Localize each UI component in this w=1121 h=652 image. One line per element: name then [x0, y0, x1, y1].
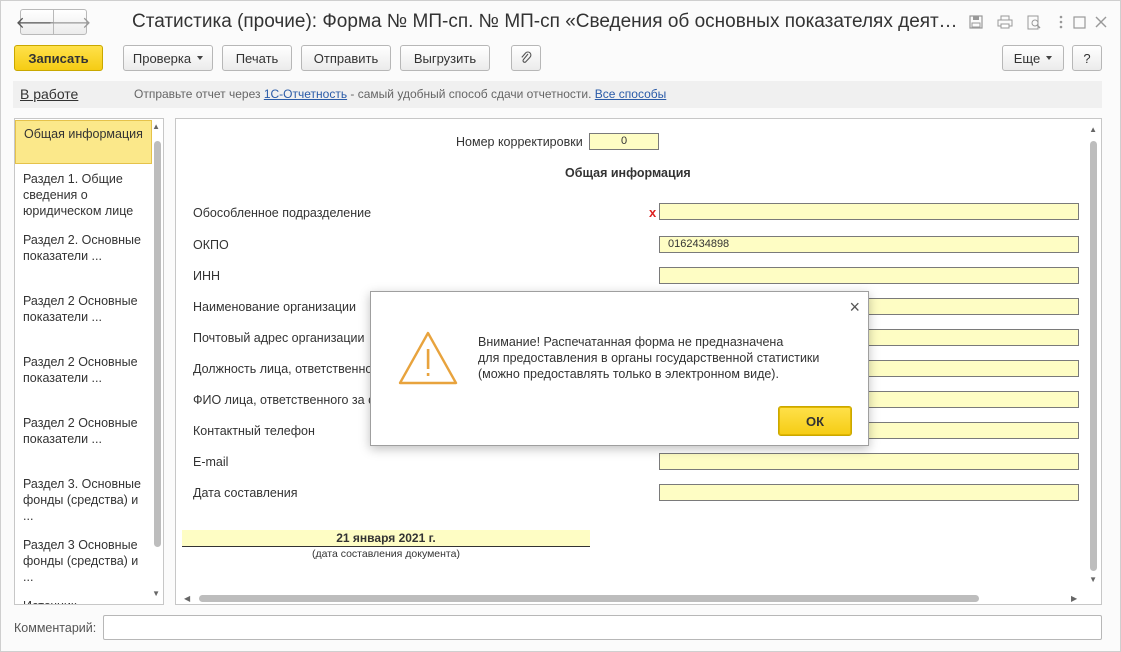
sidebar-item-section-2b[interactable]: Раздел 2 Основные показатели ...	[15, 288, 152, 330]
scroll-up-icon[interactable]: ▲	[1089, 125, 1097, 134]
attach-button[interactable]	[511, 45, 541, 71]
field-label-subdivision: Обособленное подразделение	[193, 206, 372, 220]
check-button[interactable]: Проверка	[123, 45, 213, 71]
title-bar: 🡐 🡒 Статистика (прочие): Форма № МП-сп. …	[1, 1, 1121, 43]
inn-field[interactable]	[659, 267, 1079, 284]
send-button[interactable]: Отправить	[301, 45, 391, 71]
reporting-service-link[interactable]: 1С-Отчетность	[264, 87, 347, 101]
all-methods-link[interactable]: Все способы	[595, 87, 667, 101]
more-button-label: Еще	[1013, 50, 1041, 66]
form-horizontal-scrollbar[interactable]	[199, 595, 979, 602]
sidebar-scrollbar[interactable]	[154, 141, 161, 547]
field-label-position: Должность лица, ответственного	[193, 362, 373, 376]
field-label-inn: ИНН	[193, 269, 221, 283]
dialog-close-icon[interactable]: ×	[849, 297, 860, 318]
sidebar-item-general[interactable]: Общая информация	[15, 120, 152, 164]
paperclip-icon	[521, 51, 532, 63]
dialog-message-line-1: Внимание! Распечатанная форма не предназ…	[478, 335, 784, 349]
comment-input[interactable]	[103, 615, 1102, 640]
sidebar-item-section-1[interactable]: Раздел 1. Общие сведения о юридическом л…	[15, 166, 152, 224]
field-label-date: Дата составления	[193, 486, 298, 500]
warning-dialog: × Внимание! Распечатанная форма не предн…	[370, 291, 869, 446]
field-label-responsible: ФИО лица, ответственного за со	[193, 393, 373, 407]
chevron-down-icon	[197, 56, 204, 60]
help-button[interactable]: ?	[1072, 45, 1102, 71]
more-vert-icon[interactable]	[1052, 13, 1070, 31]
sections-sidebar: Общая информация Раздел 1. Общие сведени…	[14, 118, 164, 605]
info-text-middle: - самый удобный способ сдачи отчетности.	[347, 87, 595, 101]
subdivision-field[interactable]	[659, 203, 1079, 220]
scroll-right-icon[interactable]: ▶	[1071, 594, 1077, 603]
dialog-message-line-3: (можно предоставлять только в электронно…	[478, 367, 779, 381]
form-heading: Общая информация	[565, 166, 691, 180]
sidebar-item-section-3[interactable]: Раздел 3. Основные фонды (средства) и ..…	[15, 471, 152, 529]
sidebar-item-source[interactable]: Источник ...	[15, 593, 152, 604]
required-marker-icon: x	[649, 205, 657, 220]
document-date-caption: (дата составления документа)	[312, 548, 460, 560]
forward-arrow-icon[interactable]: 🡒	[49, 9, 91, 35]
maximize-icon[interactable]	[1070, 13, 1088, 31]
sidebar-item-section-3b[interactable]: Раздел 3 Основные фонды (средства) и ...	[15, 532, 152, 590]
correction-label: Номер корректировки	[456, 135, 583, 149]
sidebar-item-section-2c[interactable]: Раздел 2 Основные показатели ...	[15, 349, 152, 391]
report-window: 🡐 🡒 Статистика (прочие): Форма № МП-сп. …	[0, 0, 1121, 652]
ok-button[interactable]: ОК	[778, 406, 852, 436]
sidebar-item-section-2[interactable]: Раздел 2. Основные показатели ...	[15, 227, 152, 269]
date-field[interactable]	[659, 484, 1079, 501]
correction-number-field[interactable]: 0	[589, 133, 659, 150]
field-label-address: Почтовый адрес организации	[193, 331, 365, 345]
chevron-down-icon	[1046, 56, 1053, 60]
info-bar: В работе Отправьте отчет через 1С-Отчетн…	[13, 81, 1102, 108]
scroll-down-icon[interactable]: ▼	[1089, 575, 1097, 584]
status-link[interactable]: В работе	[20, 86, 78, 102]
more-button[interactable]: Еще	[1002, 45, 1064, 71]
preview-icon[interactable]	[1025, 13, 1043, 31]
warning-icon	[398, 331, 458, 385]
check-button-label: Проверка	[132, 50, 192, 66]
save-button[interactable]: Записать	[14, 45, 103, 71]
window-title: Статистика (прочие): Форма № МП-сп. № МП…	[132, 11, 962, 32]
document-date-value[interactable]: 21 января 2021 г.	[182, 530, 590, 547]
scroll-down-icon[interactable]: ▼	[152, 589, 160, 598]
info-text-before: Отправьте отчет через	[134, 87, 264, 101]
close-icon[interactable]	[1092, 13, 1110, 31]
info-text: Отправьте отчет через 1С-Отчетность - са…	[134, 87, 666, 101]
field-label-org-name: Наименование организации	[193, 300, 356, 314]
comment-label: Комментарий:	[14, 621, 97, 635]
dialog-message-line-2: для предоставления в органы государствен…	[478, 351, 820, 365]
sidebar-item-section-2d[interactable]: Раздел 2 Основные показатели ...	[15, 410, 152, 452]
dialog-message: Внимание! Распечатанная форма не предназ…	[478, 334, 819, 382]
print-icon[interactable]	[996, 13, 1014, 31]
scroll-left-icon[interactable]: ◀	[184, 594, 190, 603]
okpo-field[interactable]: 0162434898	[659, 236, 1079, 253]
email-field[interactable]	[659, 453, 1079, 470]
field-label-email: E-mail	[193, 455, 229, 469]
field-label-okpo: ОКПО	[193, 238, 229, 252]
print-button[interactable]: Печать	[222, 45, 292, 71]
form-vertical-scrollbar[interactable]	[1090, 141, 1097, 571]
save-icon[interactable]	[967, 13, 985, 31]
field-label-phone: Контактный телефон	[193, 424, 315, 438]
export-button[interactable]: Выгрузить	[400, 45, 490, 71]
scroll-up-icon[interactable]: ▲	[152, 122, 160, 131]
